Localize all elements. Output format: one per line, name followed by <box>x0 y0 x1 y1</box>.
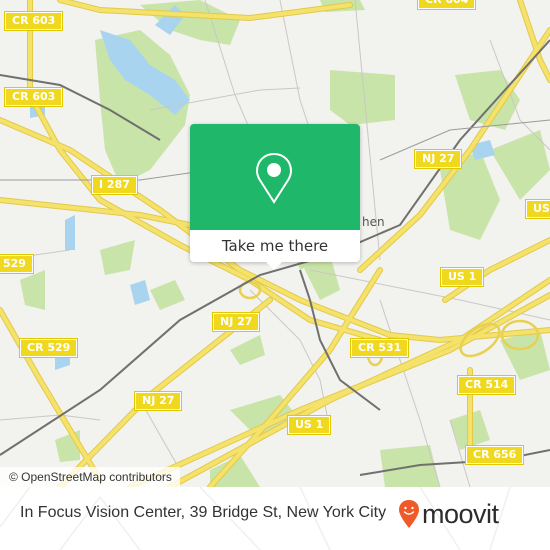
road-shield: CR 603 <box>3 87 64 107</box>
location-address: In Focus Vision Center, 39 Bridge St, Ne… <box>20 504 387 521</box>
footer-bar: In Focus Vision Center, 39 Bridge St, Ne… <box>0 487 550 550</box>
road-shield: CR 656 <box>464 445 525 465</box>
moovit-smiley-pin-icon <box>399 500 419 528</box>
road-shield: CR 604 <box>416 0 477 10</box>
popup-header <box>190 124 360 230</box>
road-shield: CR 529 <box>18 338 79 358</box>
moovit-logo[interactable]: moovit <box>398 499 499 529</box>
map-canvas[interactable]: CR 603 CR 603 CR 604 I 287 529 NJ 27 NJ … <box>0 0 550 487</box>
road-shield: CR 603 <box>3 11 64 31</box>
road-shield: NJ 27 <box>211 312 261 332</box>
road-shield: US 1 <box>439 267 485 287</box>
road-shield: NJ 27 <box>133 391 183 411</box>
place-label: hen <box>362 215 385 229</box>
take-me-there-button[interactable]: Take me there <box>190 230 360 262</box>
road-shield: 529 <box>0 254 34 274</box>
moovit-wordmark: moovit <box>422 499 499 529</box>
road-shield: US 1 <box>524 199 550 219</box>
road-shield: CR 531 <box>349 338 410 358</box>
road-shield: CR 514 <box>456 375 517 395</box>
road-shield: NJ 27 <box>413 149 463 169</box>
road-shield: I 287 <box>91 175 138 195</box>
road-shield: US 1 <box>286 415 332 435</box>
map-pin-icon <box>255 152 293 204</box>
location-popup: Take me there <box>190 124 360 270</box>
osm-attribution[interactable]: © OpenStreetMap contributors <box>0 467 180 487</box>
popup-pointer <box>265 261 283 270</box>
